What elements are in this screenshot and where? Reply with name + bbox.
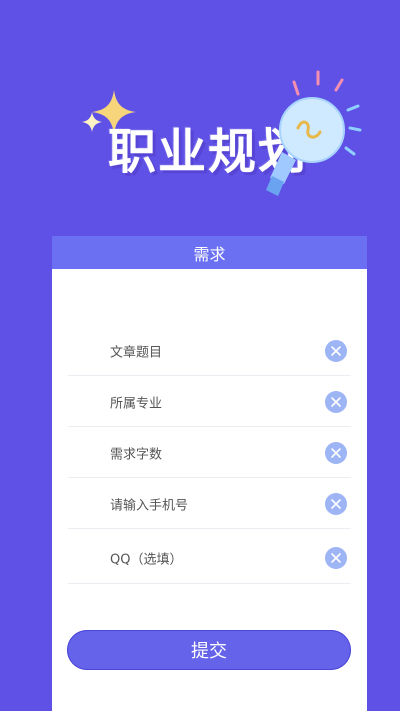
qq-input[interactable]: QQ（选填）	[110, 548, 182, 567]
word-count-input[interactable]: 需求字数	[110, 443, 162, 462]
clear-icon[interactable]	[325, 492, 347, 515]
clear-icon[interactable]	[325, 339, 347, 362]
phone-input[interactable]: 请输入手机号	[110, 494, 188, 513]
qq-field[interactable]: QQ（选填）	[68, 532, 351, 584]
card-header: 需求	[52, 236, 367, 269]
article-title-input[interactable]: 文章题目	[110, 341, 162, 360]
major-input[interactable]: 所属专业	[110, 392, 162, 411]
phone-field[interactable]: 请输入手机号	[68, 479, 351, 529]
clear-icon[interactable]	[325, 390, 347, 413]
submit-button[interactable]: 提交	[67, 630, 351, 670]
word-count-field[interactable]: 需求字数	[68, 428, 351, 478]
request-card: 需求 文章题目 所属专业 需求字数 请输入手机号 QQ（选填） 提交	[52, 236, 367, 711]
clear-icon[interactable]	[325, 546, 347, 569]
hero-banner: 职业规划	[0, 0, 400, 236]
article-title-field[interactable]: 文章题目	[68, 326, 351, 376]
lightbulb-icon	[266, 70, 362, 196]
clear-icon[interactable]	[325, 441, 347, 464]
major-field[interactable]: 所属专业	[68, 377, 351, 427]
